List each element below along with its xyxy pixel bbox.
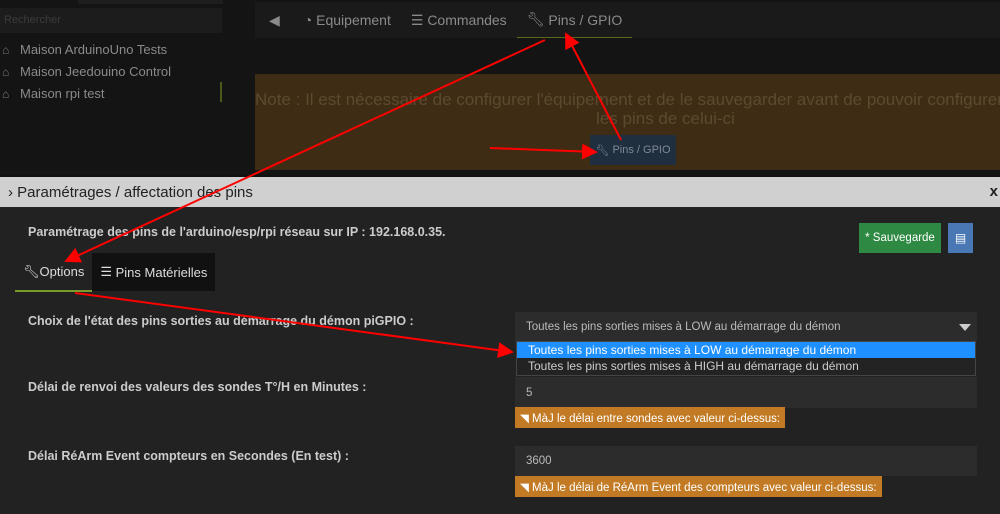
dropdown-option[interactable]: Toutes les pins sorties mises à HIGH au … (517, 358, 975, 374)
update-probe-button[interactable]: ◥ MàJ le délai entre sondes avec valeur … (515, 407, 786, 428)
button-label: MàJ le délai de RéArm Event des compteur… (532, 482, 877, 494)
rss-icon: ◥ (520, 413, 533, 425)
button-label: MàJ le délai entre sondes avec valeur ci… (532, 413, 781, 425)
equipment-item[interactable]: ⌂ Maison ArduinoUno Tests (2, 42, 167, 57)
caret-down-icon (959, 324, 971, 331)
note-line2: les pins de celui-ci (596, 109, 735, 128)
tab-commandes[interactable]: ☰ Commandes (401, 2, 517, 38)
top-bar (78, 0, 223, 4)
house-icon: ⌂ (2, 87, 10, 101)
startup-select[interactable]: Toutes les pins sorties mises à LOW au d… (515, 312, 977, 342)
background-page: Rechercher ⌂ Maison ArduinoUno Tests ⌂ Mai… (0, 0, 1000, 175)
equipment-item[interactable]: ⌂ Maison rpi test (2, 86, 105, 101)
startup-label: Choix de l'état des pins sorties au déma… (28, 314, 414, 328)
probe-input[interactable]: 5 (515, 377, 977, 408)
book-button[interactable]: ▤ (948, 223, 973, 253)
active-indicator (220, 82, 222, 102)
modal-body: Paramétrage des pins de l'arduino/esp/rp… (0, 207, 1000, 514)
wrench-icon: 🔧︎ (23, 263, 40, 279)
modal-header: › Paramétrages / affectation des pins x (0, 177, 1000, 207)
search-input[interactable]: Rechercher (0, 8, 222, 33)
equipment-label: Maison ArduinoUno Tests (20, 42, 168, 57)
tab-label: Pins / GPIO (548, 11, 623, 28)
tab-label: Options (39, 264, 85, 279)
select-value: Toutes les pins sorties mises à LOW au d… (526, 321, 841, 333)
tab-label: Equipement (316, 12, 391, 28)
tab-label: Commandes (427, 12, 507, 28)
dropdown-option[interactable]: Toutes les pins sorties mises à LOW au d… (517, 342, 975, 358)
button-label: Pins / GPIO (612, 144, 671, 156)
rss-icon: ◥ (520, 482, 533, 494)
equipment-item[interactable]: ⌂ Maison Jeedouino Control (2, 64, 171, 79)
close-button[interactable]: x (990, 183, 998, 200)
list-icon: ☰ (100, 264, 116, 279)
back-button[interactable]: ◀ (255, 2, 294, 38)
book-icon: ▤ (954, 231, 967, 245)
startup-dropdown: Toutes les pins sorties mises à LOW au d… (516, 341, 976, 376)
wrench-icon: 🔧︎ (595, 144, 613, 157)
equipment-label: Maison Jeedouino Control (20, 64, 172, 79)
modal-tabs: 🔧︎ Options ☰ Pins Matérielles (15, 253, 216, 292)
tab-pins-materielles[interactable]: ☰ Pins Matérielles (92, 253, 216, 291)
note-line1: Note : Il est nécessaire de configurer l… (255, 90, 1000, 109)
modal-title: Paramétrages / affectation des pins (17, 184, 253, 201)
rearm-input[interactable]: 3600 (515, 446, 977, 476)
save-button[interactable]: * Sauvegarde (859, 223, 941, 253)
ip-text: Paramétrage des pins de l'arduino/esp/rp… (28, 225, 446, 239)
update-rearm-button[interactable]: ◥ MàJ le délai de RéArm Event des compte… (515, 476, 882, 497)
tab-label: Pins Matérielles (115, 264, 208, 280)
chevron-right-icon: › (8, 184, 18, 201)
pins-gpio-button[interactable]: 🔧︎ Pins / GPIO (590, 135, 676, 165)
house-icon: ⌂ (2, 43, 10, 57)
list-icon: ☰ (410, 11, 428, 28)
equipment-label: Maison rpi test (20, 86, 105, 101)
tab-equipement[interactable]: ◔ Equipement (294, 2, 401, 38)
tab-pins-gpio[interactable]: 🔧︎ Pins / GPIO (516, 2, 633, 38)
equipment-tabs: ◀ ◔ Equipement ☰ Commandes 🔧︎ Pins / GPI… (255, 2, 1000, 38)
tab-options[interactable]: 🔧︎ Options (15, 253, 93, 292)
dashboard-icon: ◔ (303, 12, 317, 28)
rearm-label: Délai RéArm Event compteurs en Secondes … (28, 449, 349, 463)
probe-label: Délai de renvoi des valeurs des sondes T… (28, 380, 367, 394)
wrench-icon: 🔧︎ (526, 11, 549, 27)
house-icon: ⌂ (2, 65, 10, 79)
